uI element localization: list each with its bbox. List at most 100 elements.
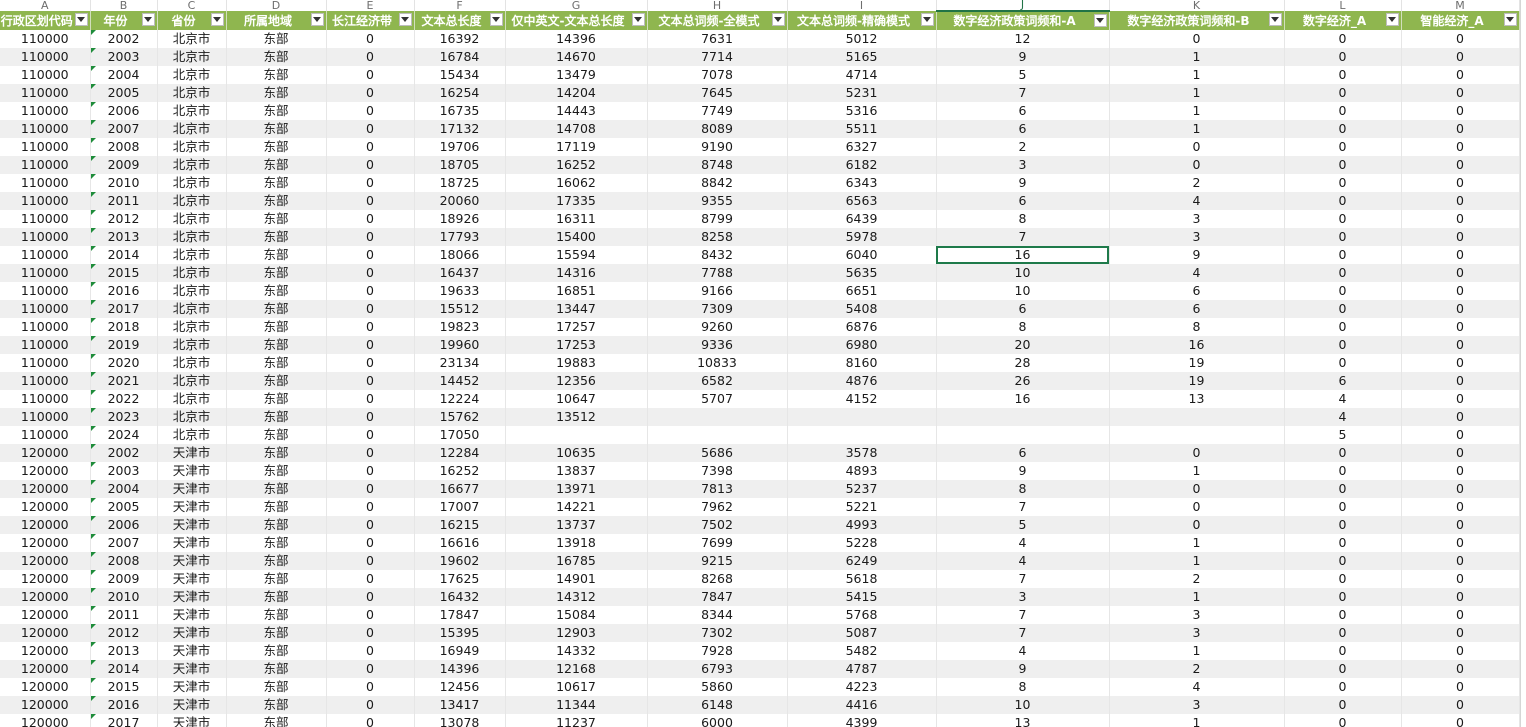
table-cell[interactable]: 0 — [1284, 30, 1402, 48]
table-cell[interactable]: 6 — [1109, 282, 1285, 300]
table-cell[interactable]: 3 — [1109, 606, 1285, 624]
table-cell[interactable]: 10 — [936, 696, 1110, 714]
table-cell[interactable]: 7 — [936, 228, 1110, 246]
table-cell[interactable]: 北京市 — [157, 102, 227, 120]
table-cell[interactable]: 0 — [1401, 498, 1520, 516]
table-cell[interactable]: 6563 — [787, 192, 937, 210]
table-cell[interactable]: 110000 — [0, 282, 91, 300]
table-cell[interactable]: 0 — [1284, 714, 1402, 727]
table-cell[interactable]: 120000 — [0, 498, 91, 516]
table-cell[interactable]: 110000 — [0, 48, 91, 66]
table-cell[interactable]: 19823 — [414, 318, 506, 336]
table-cell[interactable]: 5 — [936, 516, 1110, 534]
table-cell[interactable]: 23134 — [414, 354, 506, 372]
table-cell[interactable]: 5012 — [787, 30, 937, 48]
table-cell[interactable]: 110000 — [0, 174, 91, 192]
table-cell[interactable]: 5482 — [787, 642, 937, 660]
table-cell[interactable]: 13078 — [414, 714, 506, 727]
table-cell[interactable]: 0 — [1401, 714, 1520, 727]
table-cell[interactable]: 12903 — [505, 624, 648, 642]
table-cell[interactable]: 110000 — [0, 336, 91, 354]
table-cell[interactable]: 0 — [326, 138, 415, 156]
table-cell[interactable]: 东部 — [226, 696, 327, 714]
table-cell[interactable]: 北京市 — [157, 30, 227, 48]
table-cell[interactable]: 17793 — [414, 228, 506, 246]
table-cell[interactable]: 2005 — [90, 84, 158, 102]
column-letter-a[interactable]: A — [0, 0, 91, 11]
table-cell[interactable] — [936, 408, 1110, 426]
table-cell[interactable]: 120000 — [0, 642, 91, 660]
table-cell[interactable]: 东部 — [226, 444, 327, 462]
table-cell[interactable]: 15762 — [414, 408, 506, 426]
table-cell[interactable]: 4223 — [787, 678, 937, 696]
table-cell[interactable]: 0 — [1401, 48, 1520, 66]
table-cell[interactable]: 2 — [936, 138, 1110, 156]
table-cell[interactable]: 0 — [1401, 120, 1520, 138]
table-cell[interactable]: 0 — [326, 480, 415, 498]
table-cell[interactable]: 14332 — [505, 642, 648, 660]
table-cell[interactable]: 7502 — [647, 516, 788, 534]
table-cell[interactable]: 6040 — [787, 246, 937, 264]
column-header[interactable]: 文本总词频-全模式 — [647, 11, 788, 30]
table-cell[interactable]: 0 — [1401, 660, 1520, 678]
table-cell[interactable]: 9355 — [647, 192, 788, 210]
table-cell[interactable]: 北京市 — [157, 390, 227, 408]
table-cell[interactable]: 北京市 — [157, 336, 227, 354]
table-cell[interactable]: 8799 — [647, 210, 788, 228]
table-cell[interactable]: 110000 — [0, 372, 91, 390]
table-cell[interactable]: 2015 — [90, 678, 158, 696]
table-cell[interactable]: 0 — [1284, 678, 1402, 696]
table-cell[interactable]: 4 — [936, 642, 1110, 660]
table-cell[interactable]: 6182 — [787, 156, 937, 174]
filter-dropdown-icon[interactable] — [771, 13, 785, 26]
table-cell[interactable]: 9 — [936, 462, 1110, 480]
table-cell[interactable]: 15594 — [505, 246, 648, 264]
table-cell[interactable]: 7962 — [647, 498, 788, 516]
table-cell[interactable]: 0 — [1284, 102, 1402, 120]
table-cell[interactable]: 110000 — [0, 120, 91, 138]
table-cell[interactable]: 0 — [1284, 444, 1402, 462]
table-cell[interactable]: 0 — [1401, 444, 1520, 462]
column-letter-f[interactable]: F — [414, 0, 506, 11]
table-cell[interactable]: 1 — [1109, 102, 1285, 120]
table-cell[interactable]: 东部 — [226, 66, 327, 84]
table-cell[interactable]: 0 — [326, 516, 415, 534]
table-cell[interactable]: 8 — [1109, 318, 1285, 336]
table-cell[interactable]: 120000 — [0, 588, 91, 606]
table-cell[interactable]: 16252 — [414, 462, 506, 480]
table-cell[interactable]: 6980 — [787, 336, 937, 354]
table-cell[interactable]: 东部 — [226, 318, 327, 336]
filter-dropdown-icon[interactable] — [74, 13, 88, 26]
table-cell[interactable]: 北京市 — [157, 228, 227, 246]
table-cell[interactable]: 5165 — [787, 48, 937, 66]
table-cell[interactable]: 9190 — [647, 138, 788, 156]
column-letter-b[interactable]: B — [90, 0, 158, 11]
table-cell[interactable]: 16785 — [505, 552, 648, 570]
table-cell[interactable]: 0 — [326, 426, 415, 444]
column-header[interactable]: 文本总词频-精确模式 — [787, 11, 937, 30]
table-cell[interactable]: 7714 — [647, 48, 788, 66]
table-cell[interactable]: 2015 — [90, 264, 158, 282]
table-cell[interactable]: 120000 — [0, 552, 91, 570]
table-cell[interactable]: 天津市 — [157, 570, 227, 588]
table-cell[interactable]: 3 — [1109, 228, 1285, 246]
column-letter-h[interactable]: H — [647, 0, 788, 11]
table-cell[interactable]: 7 — [936, 84, 1110, 102]
table-cell[interactable]: 6876 — [787, 318, 937, 336]
table-cell[interactable]: 东部 — [226, 462, 327, 480]
table-cell[interactable]: 2004 — [90, 66, 158, 84]
table-cell[interactable]: 0 — [326, 570, 415, 588]
table-cell[interactable]: 0 — [1401, 642, 1520, 660]
table-cell[interactable]: 18926 — [414, 210, 506, 228]
table-cell[interactable]: 0 — [326, 534, 415, 552]
table-cell[interactable]: 0 — [326, 192, 415, 210]
table-cell[interactable]: 2007 — [90, 120, 158, 138]
table-cell[interactable]: 14443 — [505, 102, 648, 120]
table-cell[interactable]: 110000 — [0, 156, 91, 174]
table-cell[interactable]: 9 — [936, 660, 1110, 678]
table-cell[interactable]: 天津市 — [157, 678, 227, 696]
table-cell[interactable]: 东部 — [226, 426, 327, 444]
table-cell[interactable]: 0 — [326, 30, 415, 48]
table-cell[interactable]: 天津市 — [157, 606, 227, 624]
table-cell[interactable]: 13512 — [505, 408, 648, 426]
